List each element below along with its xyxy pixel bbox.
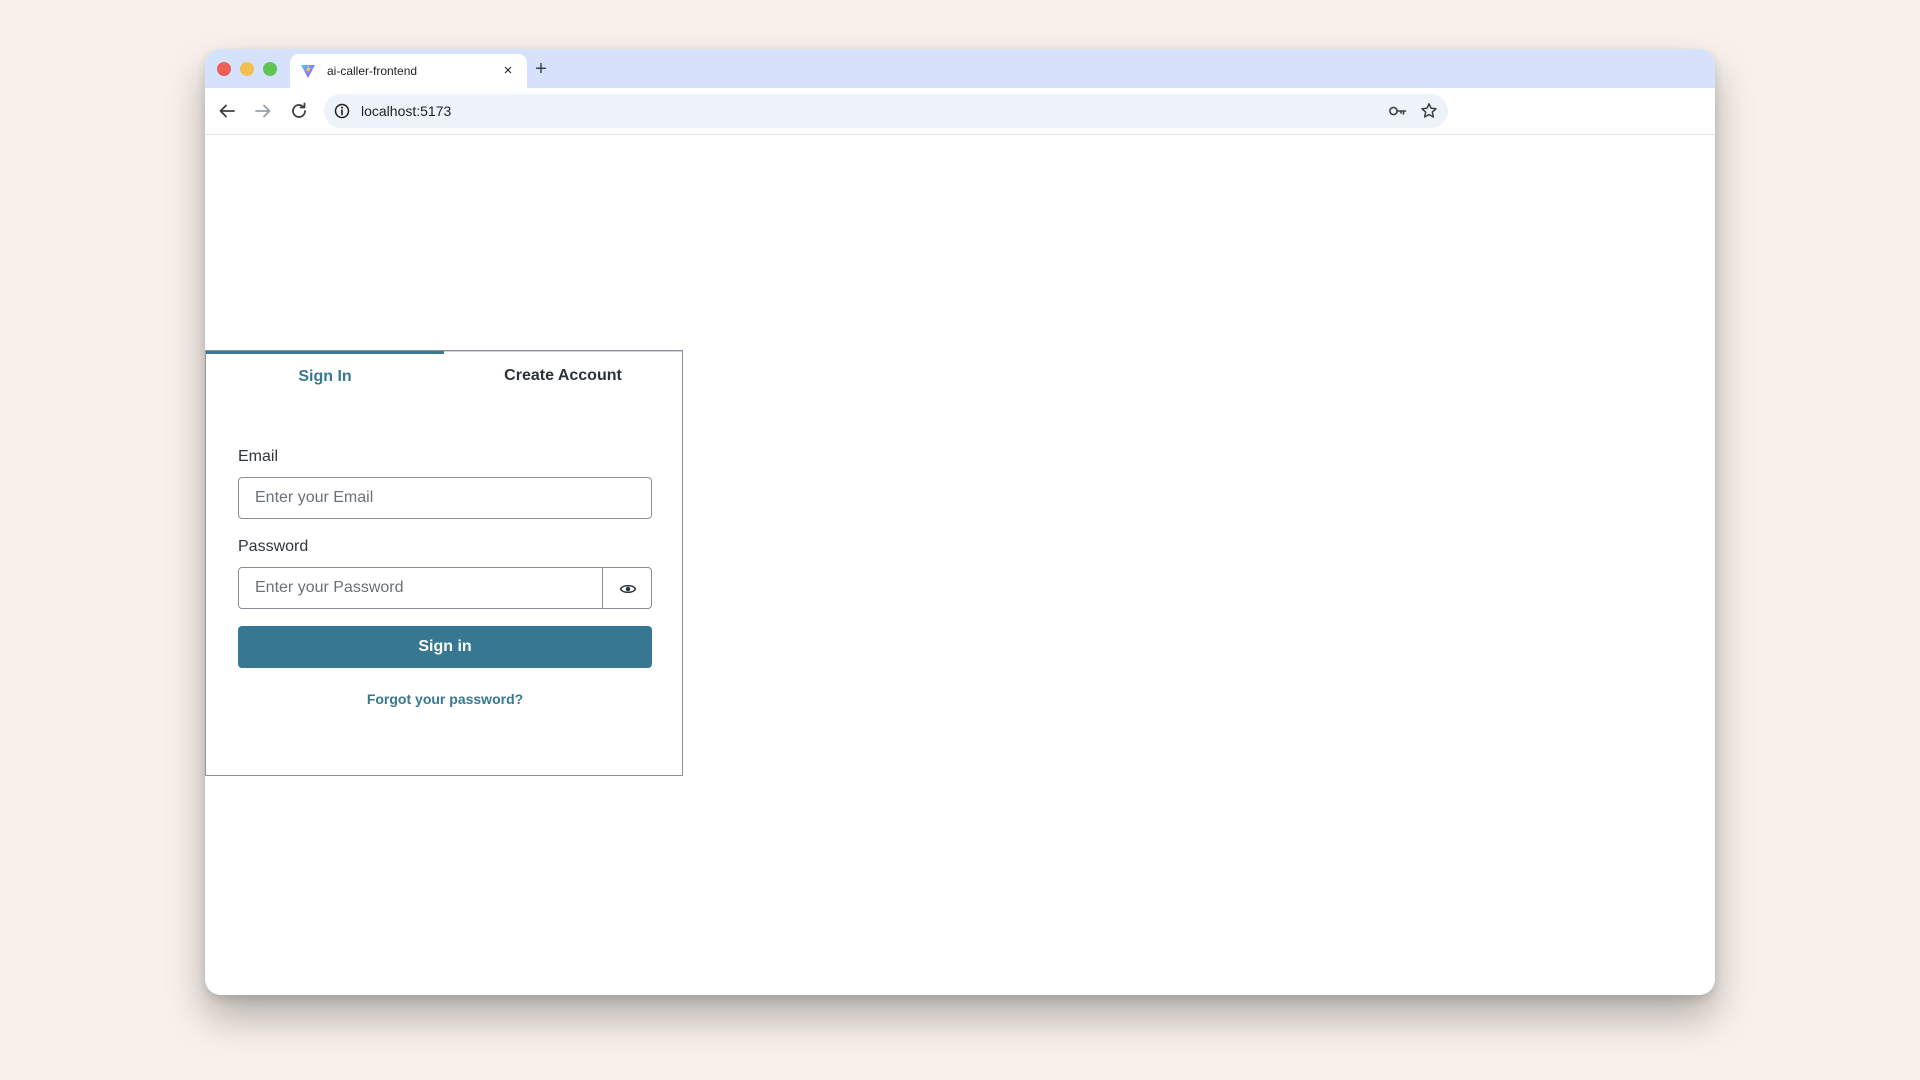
- reload-icon[interactable]: [287, 99, 311, 123]
- tab-create-account[interactable]: Create Account: [444, 351, 682, 401]
- sign-in-button[interactable]: Sign in: [238, 626, 652, 668]
- arrow-right-icon[interactable]: [251, 99, 275, 123]
- browser-window: ai-caller-frontend × + localhost:5173 Si…: [205, 49, 1715, 995]
- address-bar[interactable]: localhost:5173: [324, 94, 1448, 128]
- password-label: Password: [238, 538, 309, 555]
- forgot-password-link[interactable]: Forgot your password?: [238, 690, 652, 708]
- close-window-button[interactable]: [217, 62, 231, 76]
- eye-icon: [619, 584, 637, 594]
- arrow-left-icon[interactable]: [215, 99, 239, 123]
- vite-logo-icon: [300, 63, 316, 79]
- url-text: localhost:5173: [361, 103, 452, 119]
- star-icon[interactable]: [1419, 101, 1439, 121]
- key-icon[interactable]: [1388, 102, 1408, 120]
- maximize-window-button[interactable]: [263, 62, 277, 76]
- minimize-window-button[interactable]: [240, 62, 254, 76]
- info-icon[interactable]: [333, 102, 351, 120]
- email-field[interactable]: [238, 477, 652, 519]
- password-field[interactable]: [238, 567, 603, 609]
- page-viewport: Sign In Create Account Email Password Si…: [205, 135, 1715, 995]
- tab-strip: ai-caller-frontend × +: [205, 49, 1715, 88]
- tab-sign-in[interactable]: Sign In: [206, 351, 444, 401]
- email-label: Email: [238, 448, 279, 465]
- browser-toolbar: localhost:5173: [205, 88, 1715, 135]
- browser-tab[interactable]: ai-caller-frontend ×: [290, 54, 527, 88]
- tab-title: ai-caller-frontend: [327, 64, 418, 78]
- show-password-button[interactable]: [602, 567, 652, 609]
- auth-card: Sign In Create Account Email Password Si…: [205, 350, 683, 776]
- close-tab-icon[interactable]: ×: [499, 62, 517, 80]
- new-tab-button[interactable]: +: [530, 58, 552, 80]
- auth-tabs: Sign In Create Account: [206, 351, 682, 401]
